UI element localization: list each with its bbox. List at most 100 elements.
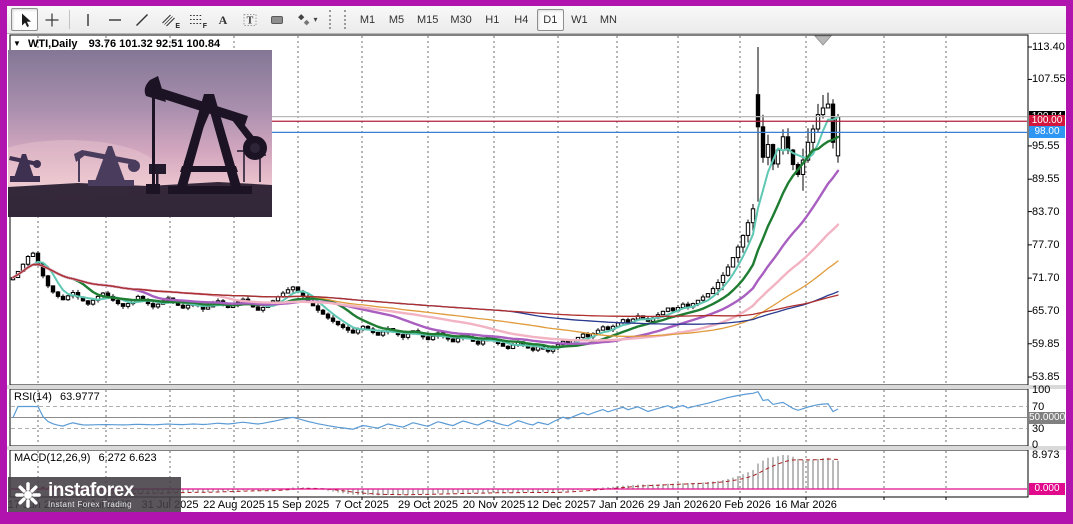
logo-tagline: Instant Forex Trading	[48, 501, 134, 509]
candle-bearish	[346, 327, 349, 330]
arrows-tool-button[interactable]: ▾	[290, 8, 324, 31]
panel-divider-main-rsi[interactable]	[7, 385, 1066, 389]
time-axis-label[interactable]: 12 Dec 2025	[527, 499, 589, 511]
price-axis-label[interactable]: 71.70	[1032, 272, 1060, 284]
time-axis-label[interactable]: 7 Jan 2026	[590, 499, 644, 511]
candle-bullish	[781, 137, 784, 150]
level-price-badge: 98.00	[1029, 126, 1065, 138]
time-axis-label[interactable]: 29 Jan 2026	[648, 499, 709, 511]
price-axis-label[interactable]: 95.55	[1032, 140, 1060, 152]
candle-bullish	[716, 283, 719, 289]
panel-divider-rsi-macd[interactable]	[7, 446, 1066, 450]
timeframes-group: M1M5M15M30H1H4D1W1MN	[354, 9, 622, 31]
macd-name: MACD(12,26,9)	[14, 452, 90, 464]
crosshair-tool-button[interactable]	[38, 8, 65, 31]
chart-shift-marker[interactable]	[815, 36, 831, 45]
candle-bullish	[731, 258, 734, 267]
equidistant-channel-tool-button[interactable]: E	[155, 8, 182, 31]
price-axis-label[interactable]: 107.55	[1032, 73, 1066, 85]
time-axis-label[interactable]: 7 Oct 2025	[335, 499, 389, 511]
candle-bearish	[671, 308, 674, 311]
timeframe-m5-button[interactable]: M5	[383, 9, 410, 31]
candle-bullish	[456, 339, 459, 342]
candle-bearish	[56, 292, 59, 296]
trendline-tool-button[interactable]	[128, 8, 155, 31]
candle-bullish	[406, 334, 409, 337]
price-axis-label[interactable]: 113.40	[1032, 41, 1065, 53]
macd-max-label[interactable]: 8.973	[1032, 449, 1060, 461]
candle-bearish	[831, 104, 834, 142]
candle-bearish	[586, 334, 589, 337]
time-axis-label[interactable]: 20 Feb 2026	[709, 499, 771, 511]
shapes-tool-button[interactable]	[263, 8, 290, 31]
candle-bullish	[766, 145, 769, 158]
timeframe-w1-button[interactable]: W1	[566, 9, 593, 31]
window-border-top	[0, 0, 1073, 6]
price-axis-label[interactable]: 89.55	[1032, 173, 1060, 185]
candle-bullish	[581, 334, 584, 337]
price-axis-label[interactable]: 83.70	[1032, 206, 1060, 218]
rsi-50-badge: 50.0000	[1029, 412, 1065, 424]
candle-bullish	[666, 308, 669, 311]
toolbar-grip[interactable]	[329, 10, 334, 29]
time-axis-label[interactable]: 16 Mar 2026	[775, 499, 837, 511]
logo-text: instaforex	[48, 481, 134, 500]
candle-bearish	[256, 307, 259, 310]
candle-bullish	[701, 297, 704, 300]
instaforex-watermark: instaforex Instant Forex Trading	[8, 477, 181, 512]
timeframe-d1-button[interactable]: D1	[537, 9, 564, 31]
text-label-tool-button[interactable]: T	[236, 8, 263, 31]
price-axis-label[interactable]: 53.85	[1032, 371, 1060, 383]
window-border-bottom	[0, 512, 1073, 524]
candle-bullish	[811, 129, 814, 142]
timeframe-mn-button[interactable]: MN	[595, 9, 622, 31]
horizontal-line-tool-button[interactable]	[101, 8, 128, 31]
timeframe-m15-button[interactable]: M15	[412, 9, 443, 31]
candle-bearish	[61, 296, 64, 299]
toolbar-grip[interactable]	[344, 10, 349, 29]
dropdown-caret-icon[interactable]: ▾	[313, 15, 317, 24]
candle-bullish	[156, 304, 159, 307]
rsi-axis-label[interactable]: 100	[1032, 384, 1050, 396]
candle-bullish	[186, 305, 189, 308]
timeframe-m30-button[interactable]: M30	[445, 9, 476, 31]
timeframe-h1-button[interactable]: H1	[479, 9, 506, 31]
candle-bearish	[331, 318, 334, 321]
candle-bearish	[606, 327, 609, 330]
candle-bearish	[51, 286, 54, 292]
macd-header: MACD(12,26,9) 6.272 6.623	[14, 452, 157, 464]
candle-bullish	[356, 330, 359, 333]
instaforex-gear-icon	[14, 481, 42, 509]
timeframe-h4-button[interactable]: H4	[508, 9, 535, 31]
mt4-chart-window: EFAT ▾ M1M5M15M30H1H4D1W1MN ▼ WTI,Daily 9…	[0, 0, 1073, 524]
macd-values: 6.272 6.623	[98, 452, 156, 464]
time-axis-label[interactable]: 22 Aug 2025	[203, 499, 265, 511]
timeframe-m1-button[interactable]: M1	[354, 9, 381, 31]
vertical-line-tool-button[interactable]	[74, 8, 101, 31]
candle-bullish	[741, 235, 744, 247]
candle-bullish	[31, 253, 34, 256]
chart-title[interactable]: ▼ WTI,Daily 93.76 101.32 92.51 100.84	[13, 38, 220, 50]
candle-bullish	[706, 294, 709, 297]
candle-bullish	[721, 275, 724, 282]
rsi-axis-label[interactable]: 30	[1032, 423, 1044, 435]
fibonacci-retracement-tool-button[interactable]: F	[182, 8, 209, 31]
chevron-down-icon[interactable]: ▼	[13, 39, 21, 48]
time-axis-label[interactable]: 20 Nov 2025	[463, 499, 525, 511]
price-axis-label[interactable]: 77.70	[1032, 239, 1060, 251]
time-axis-label[interactable]: 15 Sep 2025	[267, 499, 329, 511]
rsi-line	[13, 392, 838, 430]
candle-bearish	[336, 321, 339, 324]
candle-bearish	[756, 95, 759, 127]
symbol-period-label: WTI,Daily	[28, 38, 78, 50]
text-tool-button[interactable]: A	[209, 8, 236, 31]
candle-bearish	[351, 330, 354, 333]
candle-bullish	[681, 304, 684, 307]
price-axis-label[interactable]: 59.85	[1032, 338, 1060, 350]
price-axis-label[interactable]: 65.70	[1032, 305, 1060, 317]
candle-bearish	[86, 301, 89, 304]
ohlc-values: 93.76 101.32 92.51 100.84	[89, 38, 221, 50]
candle-bearish	[326, 314, 329, 318]
cursor-tool-button[interactable]	[11, 8, 38, 31]
time-axis-label[interactable]: 29 Oct 2025	[398, 499, 458, 511]
